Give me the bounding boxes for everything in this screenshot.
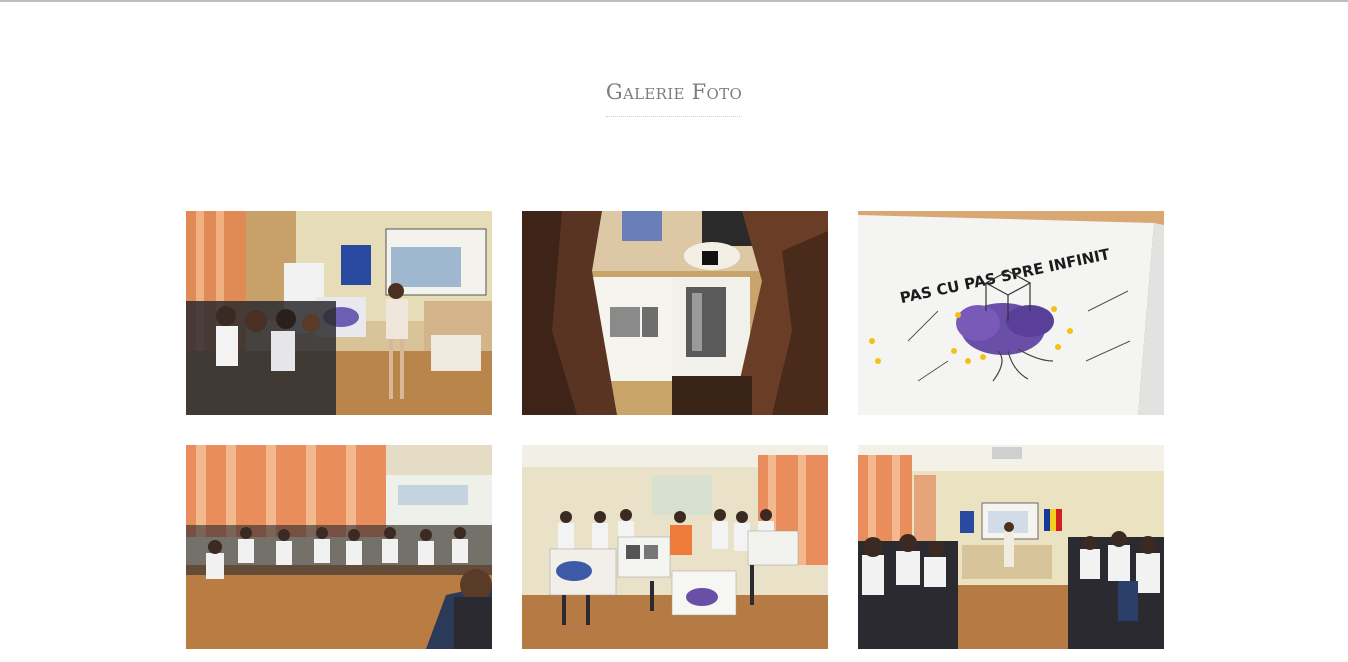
title-underline	[606, 116, 742, 117]
gallery-photo-4[interactable]	[186, 445, 492, 649]
students-group-photo	[186, 445, 492, 649]
students-with-banners-photo	[522, 445, 828, 649]
book-reading-photo	[522, 211, 828, 415]
banner-photo: PAS CU PAS SPRE INFINIT	[858, 211, 1164, 415]
gallery-photo-1[interactable]	[186, 211, 492, 415]
gallery-photo-2[interactable]	[522, 211, 828, 415]
classroom-presentation-photo	[186, 211, 492, 415]
photo-gallery: PAS CU PAS SPRE INFINIT	[186, 211, 1164, 649]
auditorium-photo	[858, 445, 1164, 649]
page-title: Galerie Foto	[605, 80, 743, 104]
gallery-photo-3[interactable]: PAS CU PAS SPRE INFINIT	[858, 211, 1164, 415]
gallery-photo-6[interactable]	[858, 445, 1164, 649]
gallery-photo-5[interactable]	[522, 445, 828, 649]
top-divider	[0, 0, 1348, 2]
